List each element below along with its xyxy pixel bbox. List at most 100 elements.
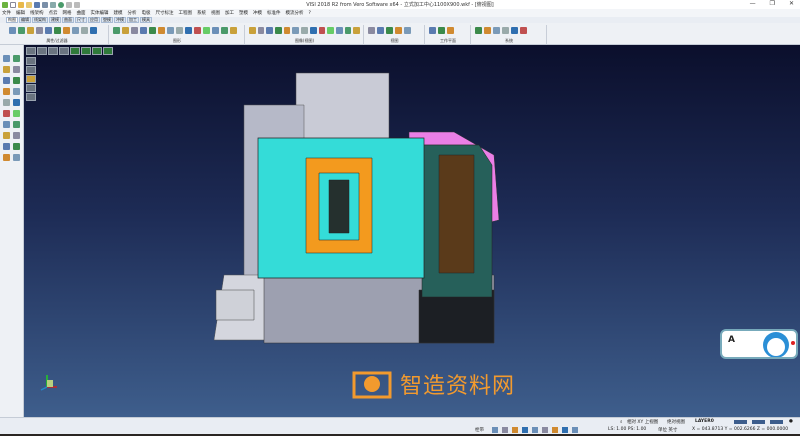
left-tool-icon[interactable] <box>3 77 10 84</box>
ribbon-tool-icon[interactable] <box>9 27 16 34</box>
color-picker-icon[interactable]: ● <box>789 419 793 424</box>
ribbon-tool-icon[interactable] <box>149 27 156 34</box>
left-tool-icon[interactable] <box>13 143 20 150</box>
ribbon-tool-icon[interactable] <box>113 27 120 34</box>
snap-mode-icon[interactable] <box>492 427 498 433</box>
left-tool-icon[interactable] <box>13 99 20 106</box>
ribbon-tool-icon[interactable] <box>275 27 282 34</box>
menu-item[interactable]: 分析 <box>128 10 137 16</box>
units-readout[interactable]: 单位 英寸 <box>658 427 677 433</box>
ribbon-tool-icon[interactable] <box>131 27 138 34</box>
doraemon-widget[interactable]: A <box>720 329 798 359</box>
snap-mode-icon[interactable] <box>562 427 568 433</box>
left-tool-icon[interactable] <box>13 77 20 84</box>
snap-mode-icon[interactable] <box>522 427 528 433</box>
menu-item[interactable]: 模流分析 <box>286 10 304 16</box>
left-tool-icon[interactable] <box>13 132 20 139</box>
ribbon-tool-icon[interactable] <box>395 27 402 34</box>
menu-item[interactable]: 线架构 <box>30 10 44 16</box>
ribbon-tool-icon[interactable] <box>230 27 237 34</box>
ribbon-tool-icon[interactable] <box>404 27 411 34</box>
menu-item[interactable]: 工程图 <box>179 10 193 16</box>
ribbon-tool-icon[interactable] <box>212 27 219 34</box>
menu-item[interactable]: 点云 <box>49 10 58 16</box>
ribbon-tool-icon[interactable] <box>63 27 70 34</box>
ribbon-tool-icon[interactable] <box>309 27 317 34</box>
ribbon-tool-icon[interactable] <box>335 27 343 34</box>
left-tool-icon[interactable] <box>13 66 20 73</box>
left-tool-icon[interactable] <box>13 55 20 62</box>
ribbon-tool-icon[interactable] <box>353 27 360 34</box>
ribbon-tool-icon[interactable] <box>158 27 165 34</box>
ribbon-tool-icon[interactable] <box>27 27 34 34</box>
view-absolute[interactable]: 绝对视图 <box>667 419 685 425</box>
3d-viewport[interactable]: 智造资料网 A <box>24 45 800 417</box>
ribbon-tool-icon[interactable] <box>203 27 210 34</box>
ribbon-tool-icon[interactable] <box>54 27 61 34</box>
left-tool-icon[interactable] <box>13 154 20 161</box>
ribbon-tool-icon[interactable] <box>447 27 454 34</box>
menu-item[interactable]: 实体编辑 <box>91 10 109 16</box>
close-button[interactable]: ✕ <box>789 0 794 7</box>
left-tool-icon[interactable] <box>3 121 10 128</box>
snap-mode-icon[interactable] <box>532 427 538 433</box>
ribbon-tool-icon[interactable] <box>185 27 192 34</box>
menu-item[interactable]: 建模 <box>114 10 123 16</box>
snap-mode-icon[interactable] <box>552 427 558 433</box>
left-tool-icon[interactable] <box>3 88 10 95</box>
left-tool-icon[interactable] <box>3 99 10 106</box>
ribbon-tool-icon[interactable] <box>283 27 291 34</box>
view-relative[interactable]: 相对 XY 上视图 <box>627 419 658 425</box>
menu-item[interactable]: 视图 <box>211 10 220 16</box>
ribbon-tool-icon[interactable] <box>502 27 509 34</box>
ribbon-tool-icon[interactable] <box>90 27 97 34</box>
snap-mode-icon[interactable] <box>512 427 518 433</box>
color-swatch[interactable] <box>770 420 783 424</box>
ribbon-tool-icon[interactable] <box>484 27 491 34</box>
ribbon-tool-icon[interactable] <box>318 27 326 34</box>
menu-item[interactable]: ? <box>309 11 311 16</box>
snap-mode-icon[interactable] <box>542 427 548 433</box>
color-swatch[interactable] <box>752 420 765 424</box>
menu-item[interactable]: 曲面 <box>77 10 86 16</box>
ribbon-tool-icon[interactable] <box>438 27 445 34</box>
ribbon-tool-icon[interactable] <box>257 27 265 34</box>
ribbon-tool-icon[interactable] <box>72 27 79 34</box>
ribbon-tool-icon[interactable] <box>368 27 375 34</box>
menu-item[interactable]: 电极 <box>142 10 151 16</box>
menu-item[interactable]: 加工 <box>225 10 234 16</box>
ribbon-tool-icon[interactable] <box>176 27 183 34</box>
ribbon-tool-icon[interactable] <box>511 27 518 34</box>
ribbon-tool-icon[interactable] <box>45 27 52 34</box>
snap-mode-icon[interactable] <box>502 427 508 433</box>
ribbon-tool-icon[interactable] <box>520 27 527 34</box>
ribbon-tool-icon[interactable] <box>140 27 147 34</box>
ribbon-tool-icon[interactable] <box>36 27 43 34</box>
snap-label[interactable]: 栓带 <box>475 427 484 433</box>
left-tool-icon[interactable] <box>3 66 10 73</box>
left-tool-icon[interactable] <box>13 121 20 128</box>
menu-item[interactable]: 冲模 <box>253 10 262 16</box>
ribbon-tool-icon[interactable] <box>194 27 201 34</box>
menu-item[interactable]: 文件 <box>2 10 11 16</box>
left-tool-icon[interactable] <box>3 55 10 62</box>
ribbon-tool-icon[interactable] <box>167 27 174 34</box>
ribbon-tool-icon[interactable] <box>386 27 393 34</box>
ribbon-tool-icon[interactable] <box>18 27 25 34</box>
menu-item[interactable]: 系统 <box>197 10 206 16</box>
left-tool-icon[interactable] <box>13 110 20 117</box>
ribbon-tool-icon[interactable] <box>475 27 482 34</box>
menu-item[interactable]: 尺寸标注 <box>156 10 174 16</box>
layer-selector[interactable]: LAYER0 <box>695 419 714 424</box>
left-tool-icon[interactable] <box>3 143 10 150</box>
left-tool-icon[interactable] <box>13 88 20 95</box>
left-tool-icon[interactable] <box>3 154 10 161</box>
minimize-button[interactable]: — <box>750 0 756 7</box>
ribbon-tool-icon[interactable] <box>122 27 129 34</box>
left-tool-icon[interactable] <box>3 132 10 139</box>
ribbon-tool-icon[interactable] <box>327 27 334 34</box>
ribbon-tool-icon[interactable] <box>377 27 384 34</box>
ribbon-tool-icon[interactable] <box>344 27 352 34</box>
ribbon-tool-icon[interactable] <box>292 27 300 34</box>
menu-item[interactable]: 网格 <box>63 10 72 16</box>
